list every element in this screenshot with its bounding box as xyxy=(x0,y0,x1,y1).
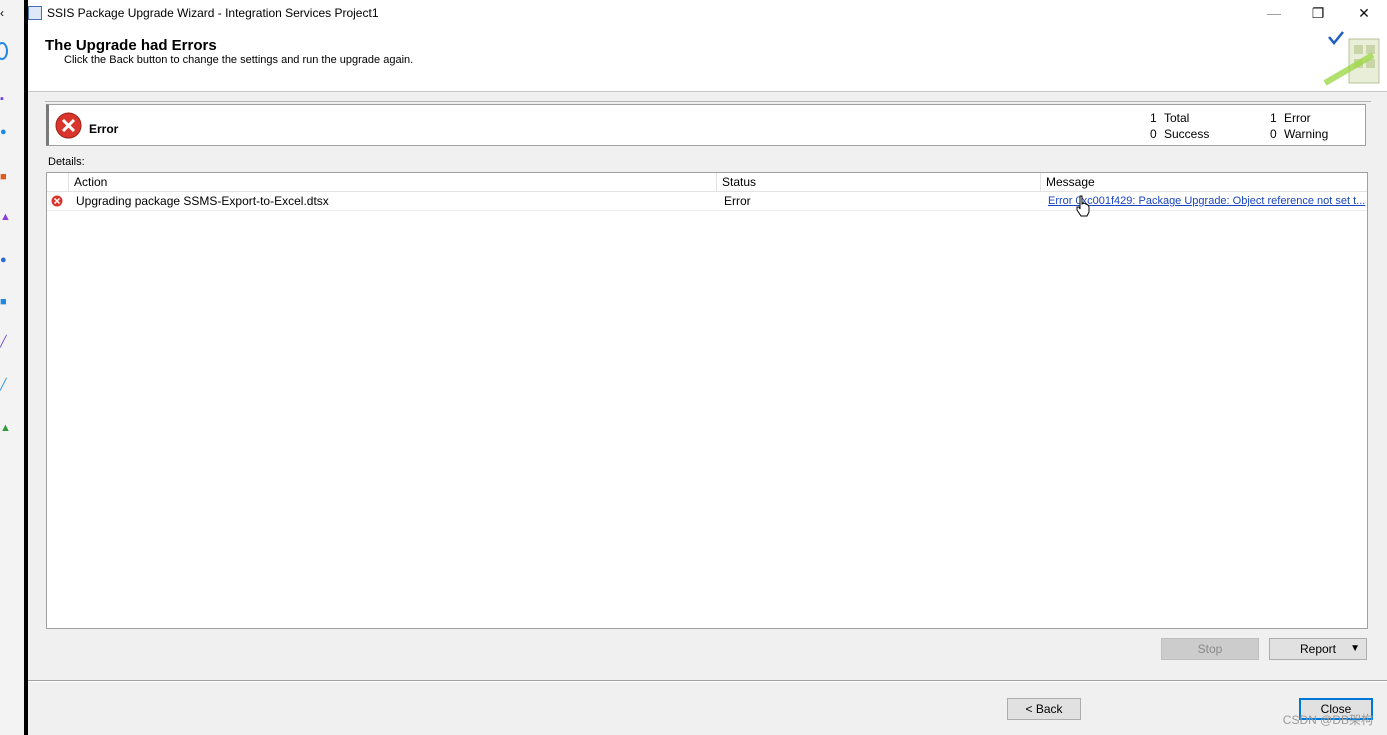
error-stat: 1 Error xyxy=(1270,111,1311,125)
chevron-left-icon[interactable]: ‹ xyxy=(0,7,10,19)
divider xyxy=(28,681,1387,682)
column-divider xyxy=(68,173,69,192)
app-icon xyxy=(0,42,8,60)
app-icon: ▲ xyxy=(0,211,11,223)
hand-cursor-icon xyxy=(1076,195,1090,217)
wizard-header: The Upgrade had Errors Click the Back bu… xyxy=(28,27,1387,92)
watermark: CSDN @DB架构 xyxy=(1282,713,1373,727)
error-icon xyxy=(51,195,63,207)
app-icon: ╱ xyxy=(0,336,7,348)
report-button[interactable]: Report ▼ xyxy=(1269,638,1367,660)
app-icon: ╱ xyxy=(0,379,7,391)
wizard-banner-icon xyxy=(1323,31,1380,86)
app-icon: ■ xyxy=(0,171,7,183)
background-app-strip: ‹ ▪ ● ■ ▲ ● ■ ╱ ╱ ▲ xyxy=(0,0,24,735)
page-title: The Upgrade had Errors xyxy=(45,37,217,54)
error-message-link[interactable]: Error 0xc001f429: Package Upgrade: Objec… xyxy=(1048,195,1365,207)
total-stat: 1 Total xyxy=(1150,111,1190,125)
wizard-app-icon xyxy=(28,6,42,20)
app-icon: ■ xyxy=(0,296,7,308)
app-icon: ● xyxy=(0,126,7,138)
column-header-message[interactable]: Message xyxy=(1046,175,1095,189)
column-header-action[interactable]: Action xyxy=(74,175,107,189)
table-row[interactable]: Upgrading package SSMS-Export-to-Excel.d… xyxy=(47,192,1367,211)
warning-stat: 0 Warning xyxy=(1270,127,1329,141)
app-icon: ▪ xyxy=(0,93,4,105)
row-action: Upgrading package SSMS-Export-to-Excel.d… xyxy=(76,194,329,208)
column-header-status[interactable]: Status xyxy=(722,175,756,189)
window-title: SSIS Package Upgrade Wizard - Integratio… xyxy=(47,6,379,20)
column-divider[interactable] xyxy=(716,173,717,192)
back-button[interactable]: < Back xyxy=(1007,698,1081,720)
page-subtitle: Click the Back button to change the sett… xyxy=(64,54,414,66)
error-icon xyxy=(55,112,82,139)
dropdown-arrow-icon: ▼ xyxy=(1350,643,1360,654)
app-icon: ● xyxy=(0,254,7,266)
minimize-icon[interactable]: — xyxy=(1252,2,1296,24)
stop-button[interactable]: Stop xyxy=(1161,638,1259,660)
app-icon: ▲ xyxy=(0,422,11,434)
grid-header: Action Status Message xyxy=(47,173,1367,192)
restore-icon[interactable]: ❐ xyxy=(1296,2,1340,24)
close-icon[interactable]: ✕ xyxy=(1342,2,1386,24)
upgrade-summary-panel: Error 1 Total 0 Success 1 Error 0 Warning xyxy=(46,104,1366,146)
wizard-window: SSIS Package Upgrade Wizard - Integratio… xyxy=(28,0,1387,735)
divider xyxy=(45,101,1371,102)
column-divider[interactable] xyxy=(1040,173,1041,192)
details-grid[interactable]: Action Status Message Upgrading package … xyxy=(46,172,1368,629)
title-bar[interactable]: SSIS Package Upgrade Wizard - Integratio… xyxy=(28,0,1387,27)
success-stat: 0 Success xyxy=(1150,127,1210,141)
summary-status: Error xyxy=(89,122,119,136)
details-label: Details: xyxy=(48,156,85,168)
row-status: Error xyxy=(724,194,751,208)
